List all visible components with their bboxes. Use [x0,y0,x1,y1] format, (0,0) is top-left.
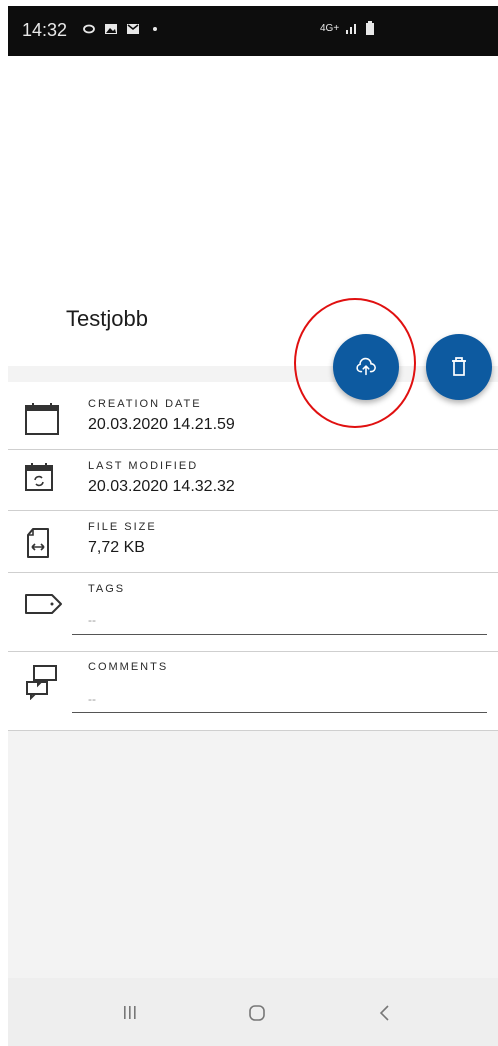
comments-icon [26,665,57,700]
file-size-value: 7,72 KB [88,539,145,556]
comments-input[interactable]: -- [88,692,96,706]
back-icon[interactable] [378,1004,392,1022]
navigation-bar [8,978,498,1046]
sync-icon [83,24,95,34]
network-label: 4G+ [320,22,340,34]
tags-input[interactable]: -- [88,613,96,627]
home-icon[interactable] [248,1004,266,1022]
status-time: 14:32 [22,20,68,40]
comments-input-underline [72,712,487,713]
detail-row-tags: TAGS -- [8,573,498,652]
file-size-label: FILE SIZE [88,521,157,533]
status-right-icons: 4G+ [320,21,375,35]
detail-row-file-size: FILE SIZE 7,72 KB [8,511,498,573]
detail-row-last-modified: LAST MODIFIED 20.03.2020 14.32.32 [8,450,498,511]
calendar-sync-icon [25,463,53,491]
tags-input-underline [72,634,487,635]
trash-icon [452,357,466,376]
status-notification-icons [82,23,162,35]
signal-icon [346,24,357,34]
file-size-icon [27,528,49,558]
comments-label: COMMENTS [88,661,169,673]
last-modified-value: 20.03.2020 14.32.32 [88,478,235,495]
dot-icon [153,27,157,31]
creation-date-value: 20.03.2020 14.21.59 [88,416,235,433]
image-icon [105,24,117,34]
empty-area [8,731,498,978]
creation-date-label: CREATION DATE [88,398,202,410]
battery-icon [366,21,375,35]
mail-icon [127,24,139,34]
detail-row-creation-date: CREATION DATE 20.03.2020 14.21.59 [8,382,498,450]
detail-row-comments: COMMENTS -- [8,652,498,731]
calendar-icon [25,403,59,435]
recent-apps-icon[interactable] [122,1004,138,1020]
last-modified-label: LAST MODIFIED [88,460,199,472]
status-bar: 14:32 4G+ [8,6,498,56]
tag-icon [25,594,62,614]
tags-label: TAGS [88,583,126,595]
details-panel-top [8,366,498,382]
job-title: Testjobb [66,306,148,331]
